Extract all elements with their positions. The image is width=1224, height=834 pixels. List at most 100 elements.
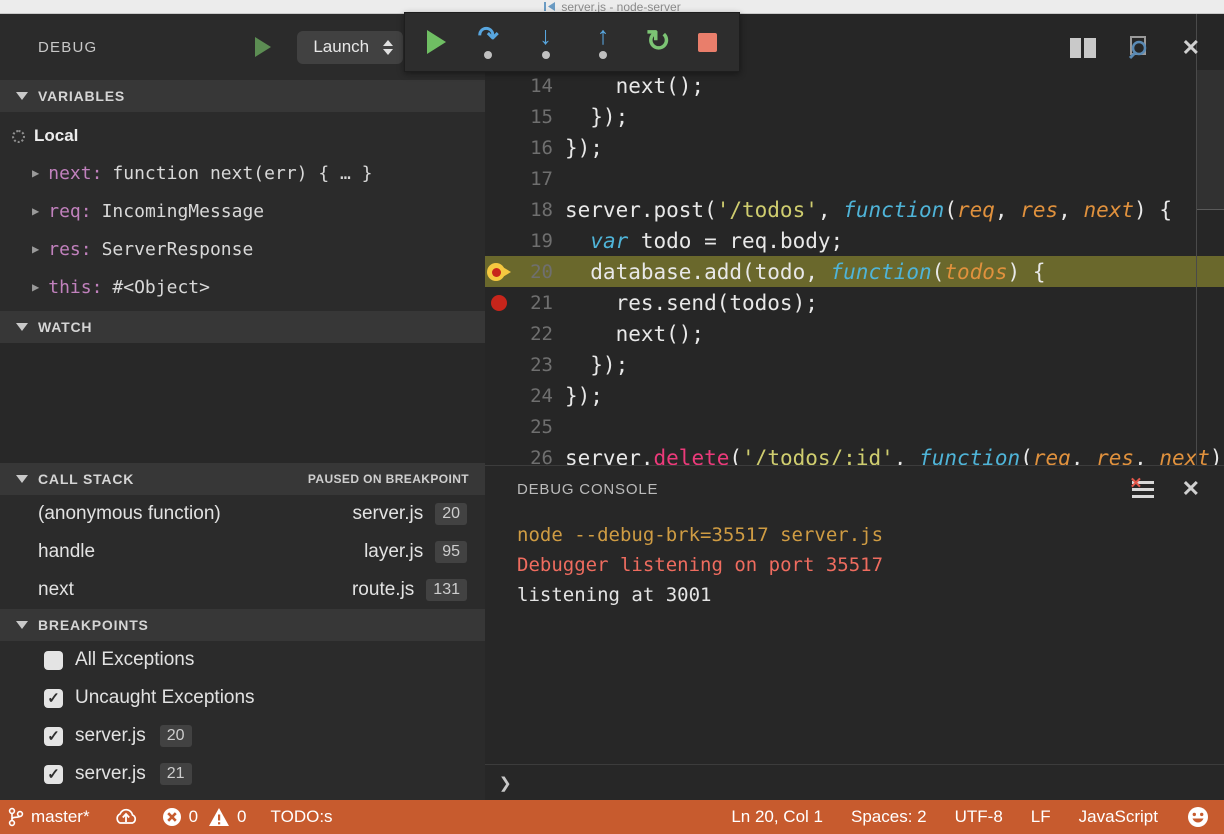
- line-number: 16: [519, 137, 553, 159]
- dot-glyph: [599, 51, 607, 59]
- breakpoint-row[interactable]: ✓ server.js 20: [0, 717, 485, 755]
- code-text: server.post('/todos', function(req, res,…: [565, 198, 1172, 222]
- gutter[interactable]: [485, 76, 519, 96]
- todo-item[interactable]: TODO:s: [271, 807, 333, 827]
- frame-file: layer.js: [364, 541, 423, 563]
- variable-value: function next(err) { … }: [112, 163, 372, 184]
- gutter[interactable]: [485, 138, 519, 158]
- debug-toolbar: ↷ ↓ ↑ ↻: [404, 12, 740, 72]
- close-editor-icon[interactable]: ✕: [1182, 38, 1200, 58]
- scope-name: Local: [34, 126, 78, 146]
- code-line-21: 21 res.send(todos);: [485, 287, 1224, 318]
- eol-item[interactable]: LF: [1031, 807, 1051, 827]
- open-preview-search-icon[interactable]: [1126, 36, 1152, 60]
- breakpoint-checkbox[interactable]: ✓: [44, 727, 63, 746]
- continue-icon[interactable]: [427, 30, 446, 54]
- sync-item[interactable]: [114, 807, 138, 827]
- restart-icon[interactable]: ↻: [646, 27, 671, 57]
- breakpoint-line-badge: 20: [160, 725, 192, 747]
- scope-row-local[interactable]: Local: [0, 118, 485, 154]
- watch-section-header[interactable]: WATCH: [0, 311, 485, 343]
- frame-file: route.js: [352, 579, 414, 601]
- variable-row[interactable]: ▶ this: #<Object>: [0, 268, 485, 306]
- cursor-position-item[interactable]: Ln 20, Col 1: [731, 807, 823, 827]
- loading-spinner-icon: [12, 130, 25, 143]
- errors-item[interactable]: 0: [162, 807, 198, 827]
- launch-configuration-dropdown[interactable]: Launch: [297, 31, 403, 64]
- code-line-15: 15 });: [485, 101, 1224, 132]
- breakpoint-row[interactable]: ✓ Uncaught Exceptions: [0, 679, 485, 717]
- gutter[interactable]: [485, 386, 519, 406]
- sidebar-title: DEBUG: [38, 39, 97, 56]
- breakpoint-checkbox[interactable]: ✓: [44, 651, 63, 670]
- gutter[interactable]: [485, 200, 519, 220]
- indentation-item[interactable]: Spaces: 2: [851, 807, 927, 827]
- gutter[interactable]: [485, 107, 519, 127]
- close-console-icon[interactable]: ✕: [1182, 479, 1200, 499]
- frame-file: server.js: [352, 503, 423, 525]
- call-stack-frame[interactable]: (anonymous function) server.js 20: [0, 495, 485, 533]
- call-stack-frame[interactable]: handle layer.js 95: [0, 533, 485, 571]
- clear-console-icon[interactable]: ✕: [1132, 480, 1154, 498]
- code-line-24: 24});: [485, 380, 1224, 411]
- language-mode-item[interactable]: JavaScript: [1079, 807, 1158, 827]
- call-stack-frame[interactable]: next route.js 131: [0, 571, 485, 609]
- variable-row[interactable]: ▶ res: ServerResponse: [0, 230, 485, 268]
- code-text: });: [565, 353, 628, 377]
- gutter[interactable]: [485, 324, 519, 344]
- breakpoint-icon[interactable]: [485, 293, 519, 313]
- gutter[interactable]: [485, 169, 519, 189]
- status-bar: master* 0 0 TODO:s: [0, 800, 1224, 834]
- expand-triangle-icon[interactable]: ▶: [32, 204, 39, 218]
- feedback-smiley-icon[interactable]: [1186, 805, 1210, 829]
- code-text: });: [565, 105, 628, 129]
- warning-count: 0: [237, 807, 246, 827]
- variable-row[interactable]: ▶ next: function next(err) { … }: [0, 154, 485, 192]
- breakpoint-checkbox[interactable]: ✓: [44, 689, 63, 708]
- gutter[interactable]: [485, 355, 519, 375]
- breakpoints-section-header[interactable]: BREAKPOINTS: [0, 609, 485, 641]
- expand-triangle-icon[interactable]: ▶: [32, 242, 39, 256]
- code-line-22: 22 next();: [485, 318, 1224, 349]
- code-line-14: 14 next();: [485, 70, 1224, 101]
- gutter[interactable]: [485, 417, 519, 437]
- breakpoint-row[interactable]: ✓ server.js 21: [0, 755, 485, 793]
- split-editor-icon[interactable]: [1070, 38, 1096, 58]
- paused-status-badge: PAUSED ON BREAKPOINT: [308, 472, 469, 486]
- frame-function: next: [38, 579, 74, 601]
- breakpoint-row[interactable]: ✓ All Exceptions: [0, 641, 485, 679]
- code-editor[interactable]: 14 next();15 });16});1718server.post('/t…: [485, 14, 1224, 800]
- line-number: 25: [519, 416, 553, 438]
- variables-section-header[interactable]: VARIABLES: [0, 80, 485, 112]
- dot-glyph: [542, 51, 550, 59]
- editor-scrollbar-slider[interactable]: [1197, 70, 1224, 210]
- expand-triangle-icon[interactable]: ▶: [32, 280, 39, 294]
- step-into-icon[interactable]: ↓: [531, 25, 561, 59]
- warnings-item[interactable]: 0: [208, 807, 246, 827]
- step-over-icon[interactable]: ↷: [473, 25, 503, 59]
- encoding-item[interactable]: UTF-8: [955, 807, 1003, 827]
- code-text: next();: [565, 74, 704, 98]
- workbench: DEBUG Launch ⚙ VARIABLES Local ▶ next: f…: [0, 14, 1224, 800]
- launch-configuration-label: Launch: [313, 37, 369, 57]
- step-out-icon[interactable]: ↑: [588, 25, 618, 59]
- error-count: 0: [189, 807, 198, 827]
- console-line: Debugger listening on port 35517: [517, 550, 1224, 580]
- gutter[interactable]: [485, 231, 519, 251]
- frame-function: handle: [38, 541, 95, 563]
- console-input-row[interactable]: ❯: [485, 764, 1224, 800]
- breakpoint-label: server.js: [75, 725, 146, 747]
- call-stack-section-header[interactable]: CALL STACK PAUSED ON BREAKPOINT: [0, 463, 485, 495]
- expand-triangle-icon[interactable]: ▶: [32, 166, 39, 180]
- current-line-breakpoint-icon[interactable]: [485, 262, 519, 282]
- code-line-16: 16});: [485, 132, 1224, 163]
- line-number: 21: [519, 292, 553, 314]
- git-branch-item[interactable]: master*: [8, 807, 90, 827]
- code-line-23: 23 });: [485, 349, 1224, 380]
- breakpoint-checkbox[interactable]: ✓: [44, 765, 63, 784]
- collapse-triangle-icon: [16, 475, 28, 483]
- variable-row[interactable]: ▶ req: IncomingMessage: [0, 192, 485, 230]
- stop-icon[interactable]: [698, 33, 717, 52]
- start-debug-icon[interactable]: [255, 37, 271, 57]
- collapse-triangle-icon: [16, 621, 28, 629]
